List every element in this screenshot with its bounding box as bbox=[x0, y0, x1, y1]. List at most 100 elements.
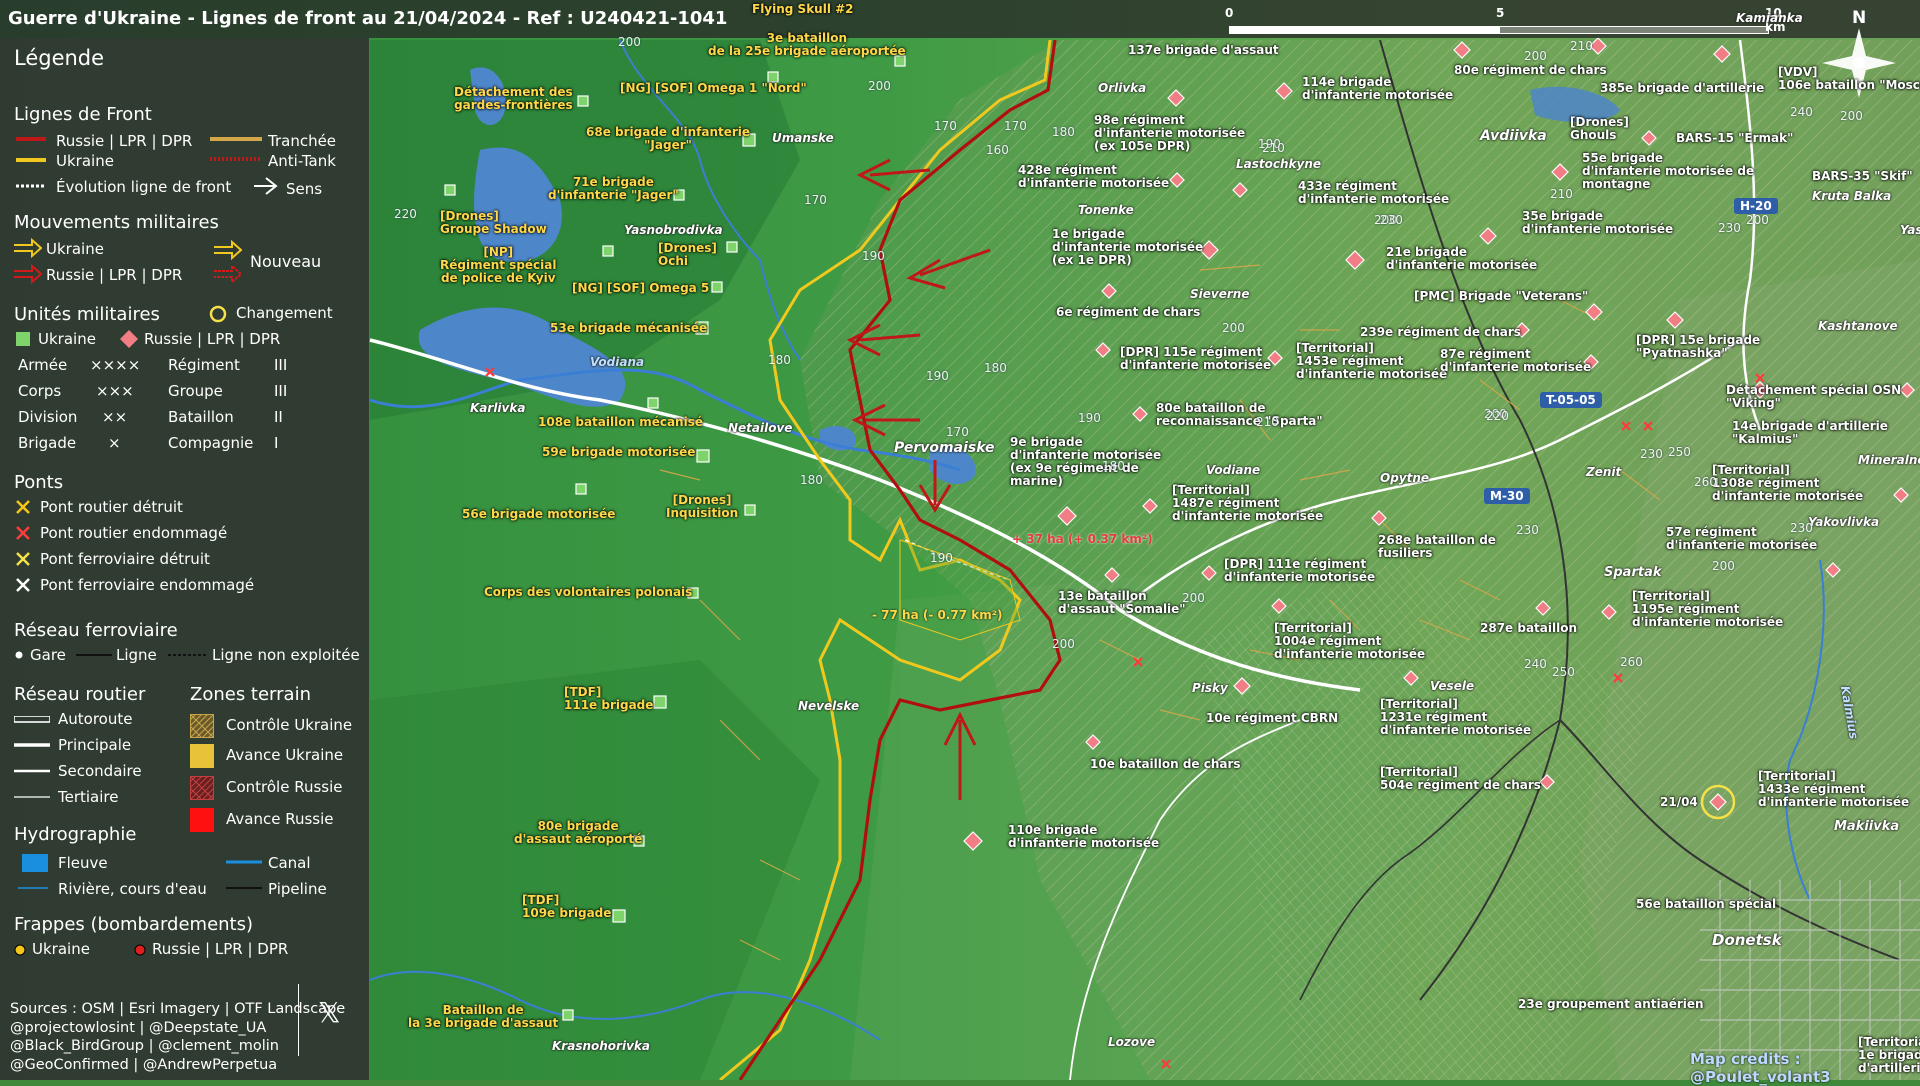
title-bar: Guerre d'Ukraine - Lignes de front au 21… bbox=[0, 0, 1920, 38]
elevation-label: 200 bbox=[1182, 591, 1205, 605]
ua-unit-1[interactable]: 3e bataillon de la 25e brigade aéroporté… bbox=[708, 32, 906, 58]
elevation-label: 190 bbox=[1078, 411, 1101, 425]
ua-unit-8[interactable]: [Drones] Ochi bbox=[658, 242, 717, 268]
ru-unit-0[interactable]: 137e brigade d'assaut bbox=[1128, 44, 1279, 57]
ru-unit-28[interactable]: [Territorial] 1308e régiment d'infanteri… bbox=[1712, 464, 1863, 503]
ua-unit-6[interactable]: [Drones] Groupe Shadow bbox=[440, 210, 547, 236]
ru-unit-3[interactable]: 385e brigade d'artillerie bbox=[1600, 82, 1764, 95]
new-move-arrows-icon bbox=[214, 240, 242, 284]
ru-unit-10[interactable]: 55e brigade d'infanterie motorisée de mo… bbox=[1582, 152, 1754, 191]
ru-unit-34[interactable]: [Territorial] 1195e régiment d'infanteri… bbox=[1632, 590, 1783, 629]
ua-unit-9[interactable]: [NG] [SOF] Omega 5 bbox=[572, 282, 709, 295]
ua-unit-2[interactable]: Détachement des gardes-frontières bbox=[454, 86, 573, 112]
ru-unit-33[interactable]: 287e bataillon bbox=[1480, 622, 1577, 635]
terrain-ua-advance-swatch bbox=[190, 744, 214, 768]
scale-bar-outline bbox=[1499, 26, 1769, 34]
ua-unit-17[interactable]: 80e brigade d'assaut aéroporté bbox=[514, 820, 642, 846]
town-mineralne: Mineralne bbox=[1858, 453, 1920, 467]
ua-unit-14[interactable]: [Drones] Inquisition bbox=[666, 494, 738, 520]
road-tertiary-swatch bbox=[14, 796, 50, 798]
ru-unit-8[interactable]: [Drones] Ghouls bbox=[1570, 116, 1629, 142]
ua-unit-12[interactable]: 59e brigade motorisée bbox=[542, 446, 695, 459]
elevation-label: 190 bbox=[930, 551, 953, 565]
direction-arrow-icon bbox=[254, 177, 278, 195]
ru-unit-31[interactable]: [DPR] 111e régiment d'infanterie motoris… bbox=[1224, 558, 1375, 584]
road-highway-swatch bbox=[14, 716, 50, 723]
town-kashtanove: Kashtanove bbox=[1818, 319, 1898, 333]
ru-unit-11[interactable]: BARS-35 "Skif" bbox=[1812, 170, 1913, 183]
ru-unit-16[interactable]: [PMC] Brigade "Veterans" bbox=[1414, 290, 1588, 303]
town-kamianka: Kamianka bbox=[1736, 11, 1803, 25]
source-line-2: @Black_BirdGroup | @clement_molin bbox=[10, 1038, 279, 1055]
ru-unit-1[interactable]: 114e brigade d'infanterie motorisée bbox=[1302, 76, 1453, 102]
ru-unit-12[interactable]: 1e brigade d'infanterie motorisée (ex 1e… bbox=[1052, 228, 1203, 267]
ua-unit-4[interactable]: 68e brigade d'infanterie "Jager" bbox=[586, 126, 750, 152]
ua-unit-16[interactable]: [TDF] 111e brigade bbox=[564, 686, 653, 712]
ru-unit-42[interactable]: 23e groupement antiaérien bbox=[1518, 998, 1704, 1011]
ukraine-unit-icon bbox=[16, 332, 30, 346]
road-tag-m30: M-30 bbox=[1484, 488, 1530, 504]
x-logo-icon[interactable]: 𝕏 bbox=[318, 996, 341, 1029]
sources-divider bbox=[298, 984, 299, 1056]
ua-unit-5[interactable]: 71e brigade d'infanterie "Jager" bbox=[548, 176, 679, 202]
elevation-label: 230 bbox=[1640, 447, 1663, 461]
ua-unit-19[interactable]: Bataillon de la 3e brigade d'assaut bbox=[408, 1004, 558, 1030]
ru-unit-25[interactable]: 9e brigade d'infanterie motorisée (ex 9e… bbox=[1010, 436, 1161, 488]
ru-unit-36[interactable]: [Territorial] 1231e régiment d'infanteri… bbox=[1380, 698, 1531, 737]
terrain-ua-control-swatch bbox=[190, 714, 214, 738]
unit-row-2-name: Division bbox=[18, 408, 78, 426]
scale-bar-white bbox=[1229, 26, 1499, 34]
ru-unit-23[interactable]: 14e brigade d'artillerie "Kalmius" bbox=[1732, 420, 1888, 446]
ua-unit-7[interactable]: [NP] Régiment spécial de police de Kyiv bbox=[440, 246, 557, 285]
ru-unit-2[interactable]: 80e régiment de chars bbox=[1454, 64, 1607, 77]
ru-unit-30[interactable]: 13e bataillon d'assaut "Somalie" bbox=[1058, 590, 1186, 616]
town-vodiana: Vodiana bbox=[590, 355, 645, 369]
ru-unit-22[interactable]: Détachement spécial OSN "Viking" bbox=[1726, 384, 1901, 410]
ru-unit-13[interactable]: 35e brigade d'infanterie motorisée bbox=[1522, 210, 1673, 236]
ua-unit-10[interactable]: 53e brigade mécanisée bbox=[550, 322, 707, 335]
ru-unit-7[interactable]: 433e régiment d'infanterie motorisée bbox=[1298, 180, 1449, 206]
elevation-label: 180 bbox=[1102, 459, 1125, 473]
ru-unit-24[interactable]: 80e bataillon de reconnaissance "Sparta" bbox=[1156, 402, 1323, 428]
ru-unit-21[interactable]: 87e régiment d'infanterie motorisée bbox=[1440, 348, 1591, 374]
ru-unit-26[interactable]: [Territorial] 1487e régiment d'infanteri… bbox=[1172, 484, 1323, 523]
ru-unit-20[interactable]: [Territorial] 1453e régiment d'infanteri… bbox=[1296, 342, 1447, 381]
ru-unit-35[interactable]: 10e régiment CBRN bbox=[1206, 712, 1338, 725]
ua-unit-15[interactable]: Corps des volontaires polonais bbox=[484, 586, 692, 599]
rail-station-label: Gare bbox=[30, 646, 66, 664]
ru-unit-40[interactable]: 110e brigade d'infanterie motorisée bbox=[1008, 824, 1159, 850]
ua-unit-3[interactable]: [NG] [SOF] Omega 1 "Nord" bbox=[620, 82, 807, 95]
ru-unit-15[interactable]: 6e régiment de chars bbox=[1056, 306, 1200, 319]
ru-unit-32[interactable]: [Territorial] 1004e régiment d'infanteri… bbox=[1274, 622, 1425, 661]
ru-unit-4[interactable]: [VDV] 106e bataillon "Moscou" bbox=[1778, 66, 1920, 92]
ru-unit-18[interactable]: [DPR] 15e brigade "Pyatnashka" bbox=[1636, 334, 1760, 360]
ua-unit-18[interactable]: [TDF] 109e brigade bbox=[522, 894, 611, 920]
ru-unit-38[interactable]: [Territorial] 504e régiment de chars bbox=[1380, 766, 1541, 792]
ua-unit-11[interactable]: 108e bataillon mécanisé bbox=[538, 416, 703, 429]
bridge-road-damaged-icon bbox=[16, 526, 30, 540]
elevation-label: 170 bbox=[804, 193, 827, 207]
ru-unit-37[interactable]: 10e bataillon de chars bbox=[1090, 758, 1241, 771]
ua-unit-0[interactable]: Flying Skull #2 bbox=[752, 3, 854, 16]
hydro-canal-label: Canal bbox=[268, 854, 311, 872]
ru-unit-14[interactable]: 21e brigade d'infanterie motorisée bbox=[1386, 246, 1537, 272]
ru-unit-41[interactable]: 56e bataillon spécial bbox=[1636, 898, 1776, 911]
ru-unit-17[interactable]: 239e régiment de chars bbox=[1360, 326, 1521, 339]
bridge-rail-destroyed-icon bbox=[16, 552, 30, 566]
ru-unit-39[interactable]: [Territorial] 1433e régiment d'infanteri… bbox=[1758, 770, 1909, 809]
hydro-river-label: Rivière, cours d'eau bbox=[58, 880, 207, 898]
elevation-label: 200 bbox=[1222, 321, 1245, 335]
ua-unit-13[interactable]: 56e brigade motorisée bbox=[462, 508, 615, 521]
ru-unit-5[interactable]: 98e régiment d'infanterie motorisée (ex … bbox=[1094, 114, 1245, 153]
rail-unused-swatch bbox=[168, 654, 208, 656]
unit-row-1-name: Corps bbox=[18, 382, 62, 400]
unit-row-2-sym: ×× bbox=[102, 408, 128, 426]
front-evolution-label: Évolution ligne de front bbox=[56, 178, 232, 196]
ru-unit-19[interactable]: [DPR] 115e régiment d'infanterie motoris… bbox=[1120, 346, 1271, 372]
ru-unit-27[interactable]: 268e bataillon de fusiliers bbox=[1378, 534, 1496, 560]
elevation-label: 170 bbox=[934, 119, 957, 133]
ru-unit-6[interactable]: 428e régiment d'infanterie motorisée bbox=[1018, 164, 1169, 190]
town-umanske: Umanske bbox=[772, 131, 834, 145]
ru-unit-9[interactable]: BARS-15 "Ermak" bbox=[1676, 132, 1793, 145]
terrain-item-2: Contrôle Russie bbox=[226, 778, 343, 796]
